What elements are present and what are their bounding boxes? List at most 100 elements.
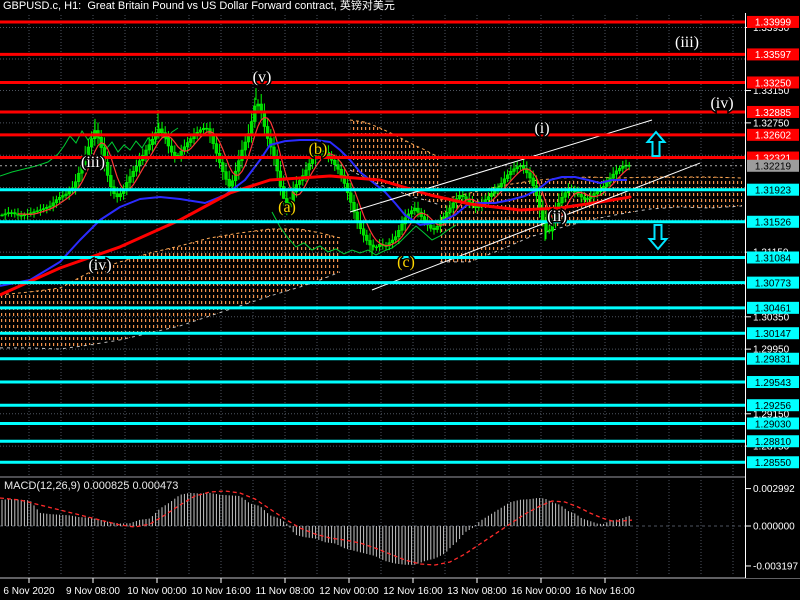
- candle-body: [118, 193, 123, 198]
- candle-body: [173, 151, 177, 157]
- candle-body: [339, 168, 343, 176]
- mt-chart-window: (iii) (iv) (v) (b) (a) (c) (i) (ii) (iii) (iv) 1.3…: [0, 0, 800, 600]
- support-price-label: 1.30147: [755, 329, 792, 340]
- support-price-label: 1.31526: [755, 218, 792, 229]
- candle-body: [413, 207, 417, 211]
- wave-label-6[interactable]: (i): [533, 119, 551, 139]
- resistance-price-label: 1.32602: [755, 131, 792, 142]
- candle-body: [361, 228, 366, 236]
- candle-body: [355, 211, 359, 221]
- candle-body: [502, 178, 507, 184]
- resistance-price-label: 1.33999: [755, 18, 792, 29]
- candle-body: [214, 143, 219, 154]
- candle-body: [3, 213, 7, 216]
- time-tick-label: 16 Nov 00:00: [511, 586, 571, 597]
- support-price-label: 1.30461: [755, 304, 792, 315]
- candle-body: [64, 193, 68, 196]
- candle-body: [253, 105, 257, 122]
- candle-body: [621, 166, 625, 169]
- ichimoku-cloud: [0, 119, 743, 350]
- wave-label-1[interactable]: (iv): [87, 256, 113, 276]
- candle-body: [416, 207, 420, 213]
- chart-canvas[interactable]: (iii) (iv) (v) (b) (a) (c) (i) (ii) (iii) (iv) 1.3…: [0, 0, 800, 600]
- candle-body: [54, 199, 59, 204]
- candle-body: [617, 168, 622, 172]
- candle-body: [51, 202, 55, 207]
- down-arrow[interactable]: [647, 224, 669, 251]
- macd-signal-value: 0.000473: [132, 480, 179, 492]
- candle-body: [611, 173, 615, 179]
- candle-body: [377, 243, 382, 248]
- candle-body: [432, 227, 436, 230]
- level-lines: [0, 20, 745, 464]
- candle-body: [166, 137, 171, 147]
- candle-body: [205, 127, 209, 130]
- candle-body: [89, 138, 94, 148]
- candle-body: [489, 193, 494, 197]
- macd-main-value: 0.000825: [83, 480, 130, 492]
- candle-body: [137, 160, 142, 167]
- macd-tick-label: 0.000000: [753, 522, 795, 533]
- candle-body: [144, 149, 148, 156]
- candle-body: [528, 172, 532, 179]
- candle-body: [614, 170, 619, 175]
- candle-body: [486, 196, 491, 201]
- wave-label-9[interactable]: (iv): [709, 94, 735, 114]
- support-price-label: 1.31084: [755, 253, 792, 264]
- candle-body: [105, 161, 110, 176]
- candle-body: [445, 212, 449, 218]
- candle-body: [157, 128, 161, 134]
- candle-body: [499, 183, 503, 188]
- wave-label-7[interactable]: (ii): [546, 207, 569, 227]
- macd-tick-label: 0.002992: [753, 484, 795, 495]
- candle-body: [400, 223, 404, 231]
- candle-body: [201, 127, 206, 131]
- support-price-label: 1.29256: [755, 401, 792, 412]
- candle-body: [256, 103, 260, 107]
- candle-body: [221, 162, 225, 172]
- wave-label-2[interactable]: (v): [251, 68, 273, 88]
- wave-label-4[interactable]: (a): [277, 198, 298, 218]
- candle-body: [310, 158, 315, 164]
- resistance-price-label: 1.33250: [755, 78, 792, 89]
- support-price-label: 1.30773: [755, 278, 792, 289]
- candle-body: [365, 234, 369, 241]
- candle-body: [505, 174, 510, 180]
- candle-body: [368, 240, 372, 246]
- candle-body: [605, 182, 609, 187]
- price-tick-label: 1.32750: [753, 118, 790, 129]
- candle-body: [397, 230, 401, 237]
- wave-label-5[interactable]: (c): [396, 253, 417, 273]
- candle-body: [521, 165, 526, 169]
- candle-body: [448, 207, 452, 213]
- candle-body: [243, 141, 247, 151]
- candle-body: [304, 169, 308, 176]
- candle-body: [32, 211, 36, 214]
- candle-body: [131, 171, 135, 177]
- candle-body: [48, 205, 52, 208]
- wave-label-0[interactable]: (iii): [80, 153, 107, 173]
- current-price-label: 1.32219: [755, 162, 792, 173]
- candle-body: [237, 160, 241, 172]
- wave-label-3[interactable]: (b): [307, 140, 329, 160]
- candle-body: [109, 175, 113, 187]
- candle-body: [9, 212, 14, 214]
- time-tick-label: 16 Nov 16:00: [575, 586, 635, 597]
- time-axis[interactable]: 6 Nov 2020 9 Nov 08:00 10 Nov 00:00 10 Nov …: [3, 578, 635, 597]
- wave-label-8[interactable]: (iii): [674, 33, 701, 53]
- candle-body: [429, 224, 433, 229]
- candle-body: [349, 192, 353, 203]
- macd-indicator-label: MACD(12,26,9) 0.000825 0.000473: [4, 480, 178, 492]
- candle-body: [435, 226, 439, 230]
- macd-tick-label: -0.003197: [753, 561, 798, 572]
- candle-body: [393, 236, 398, 241]
- cloud-area-0: [0, 229, 340, 349]
- support-price-label: 1.31923: [755, 185, 792, 196]
- candle-body: [464, 196, 468, 200]
- candle-body: [374, 246, 379, 249]
- candle-body: [307, 163, 311, 171]
- candle-body: [509, 171, 513, 176]
- candle-body: [147, 144, 151, 151]
- candle-body: [189, 138, 193, 143]
- candle-body: [240, 149, 244, 161]
